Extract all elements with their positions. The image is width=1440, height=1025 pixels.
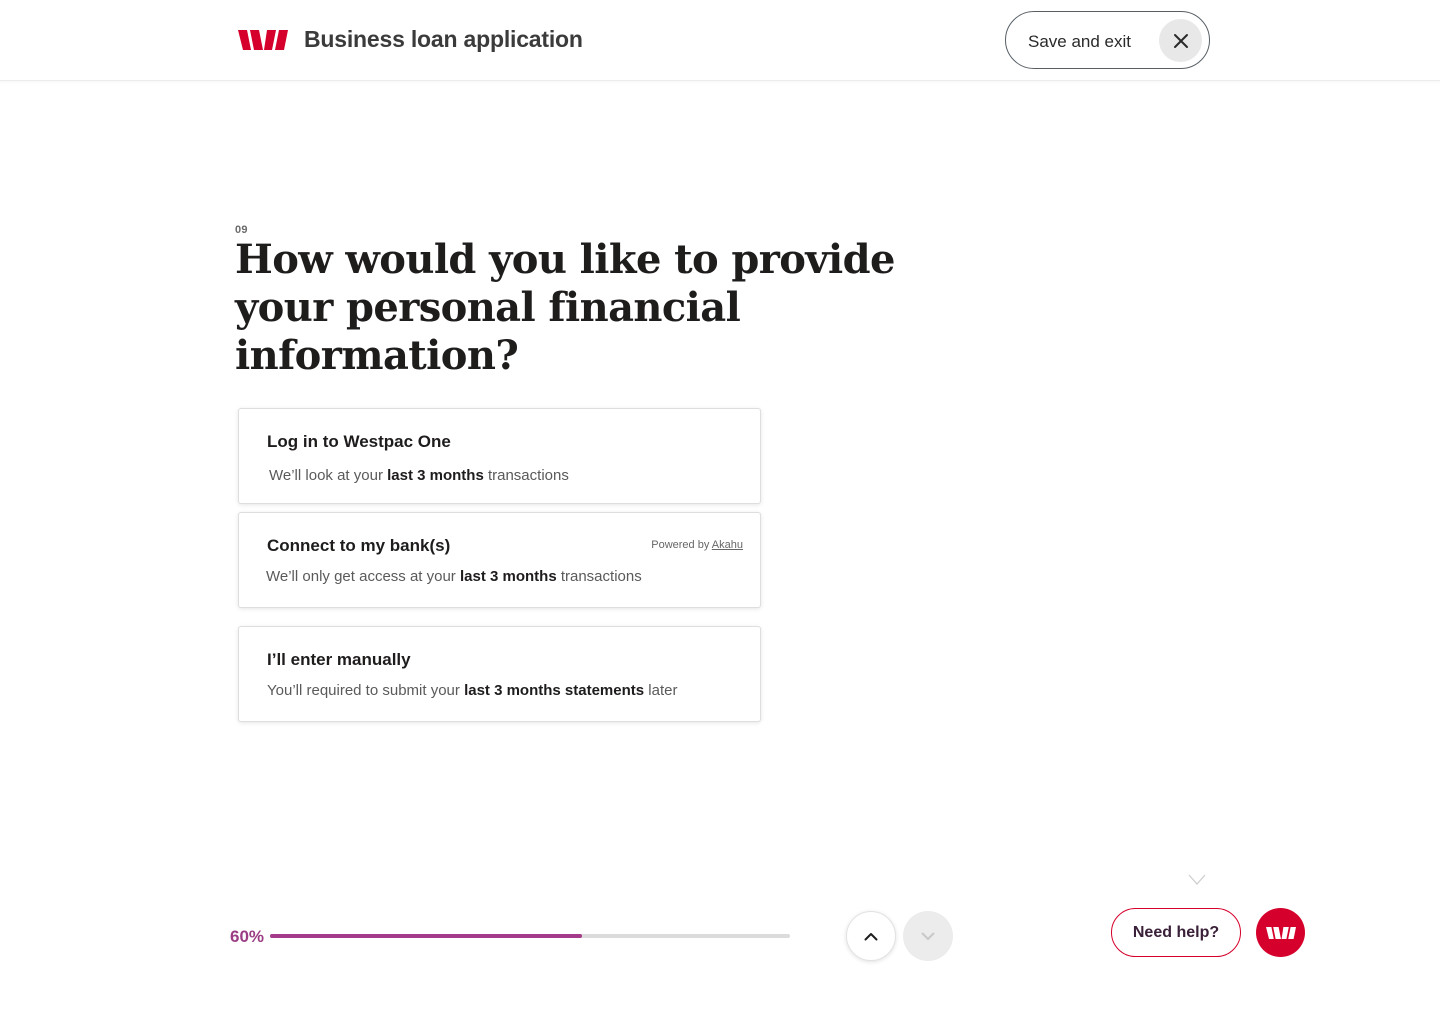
- close-button[interactable]: [1159, 19, 1202, 62]
- close-icon: [1173, 33, 1188, 48]
- option-description: We’ll only get access at your last 3 mon…: [266, 568, 642, 585]
- option-connect-bank[interactable]: Connect to my bank(s) Powered by Akahu W…: [238, 512, 761, 608]
- next-question-button[interactable]: [903, 911, 953, 961]
- option-westpac-one[interactable]: Log in to Westpac One We’ll look at your…: [238, 408, 761, 504]
- akahu-link[interactable]: Akahu: [712, 539, 743, 551]
- help-chat-button[interactable]: [1256, 908, 1305, 957]
- option-description-text: We’ll look at your: [269, 467, 388, 484]
- option-description-text: transactions: [483, 467, 569, 484]
- progress-bar-fill: [270, 934, 582, 938]
- progress-percent: 60%: [230, 927, 265, 946]
- need-help-button[interactable]: Need help?: [1111, 908, 1241, 957]
- chevron-down-icon: [921, 932, 935, 940]
- option-description-text: transactions: [556, 568, 642, 585]
- option-description-text: We’ll only get access at your: [266, 568, 460, 585]
- need-help-label: Need help?: [1132, 924, 1220, 941]
- option-description-text: You’ll required to submit your: [267, 682, 465, 699]
- chevron-down-icon: [1188, 874, 1206, 885]
- save-and-exit-button[interactable]: Save and exit: [1005, 11, 1210, 69]
- previous-question-button[interactable]: [846, 911, 896, 961]
- powered-by-label: Powered by: [651, 539, 710, 551]
- option-enter-manually[interactable]: I’ll enter manually You’ll required to s…: [238, 626, 761, 722]
- option-description-emphasis: last 3 months: [387, 467, 484, 484]
- option-description-emphasis: last 3 months: [459, 568, 557, 585]
- question-heading: How would you like to provide your perso…: [235, 236, 895, 379]
- westpac-logo[interactable]: [238, 30, 288, 50]
- option-description-text: later: [644, 682, 678, 699]
- chevron-up-icon: [864, 932, 878, 940]
- option-title: I’ll enter manually: [267, 650, 411, 669]
- app-header: Business loan application Save and exit: [0, 0, 1440, 81]
- save-and-exit-label: Save and exit: [1028, 32, 1132, 51]
- option-description: We’ll look at your last 3 months transac…: [269, 467, 569, 484]
- progress-bar: [270, 934, 790, 938]
- option-title: Connect to my bank(s): [267, 536, 451, 555]
- step-number: 09: [235, 224, 248, 236]
- westpac-logo: [1265, 926, 1296, 939]
- powered-by: Powered by Akahu: [651, 539, 743, 551]
- option-description-emphasis: last 3 months statements: [464, 682, 645, 699]
- option-title: Log in to Westpac One: [267, 432, 451, 451]
- app-title: Business loan application: [304, 26, 583, 52]
- option-description: You’ll required to submit your last 3 mo…: [267, 682, 677, 699]
